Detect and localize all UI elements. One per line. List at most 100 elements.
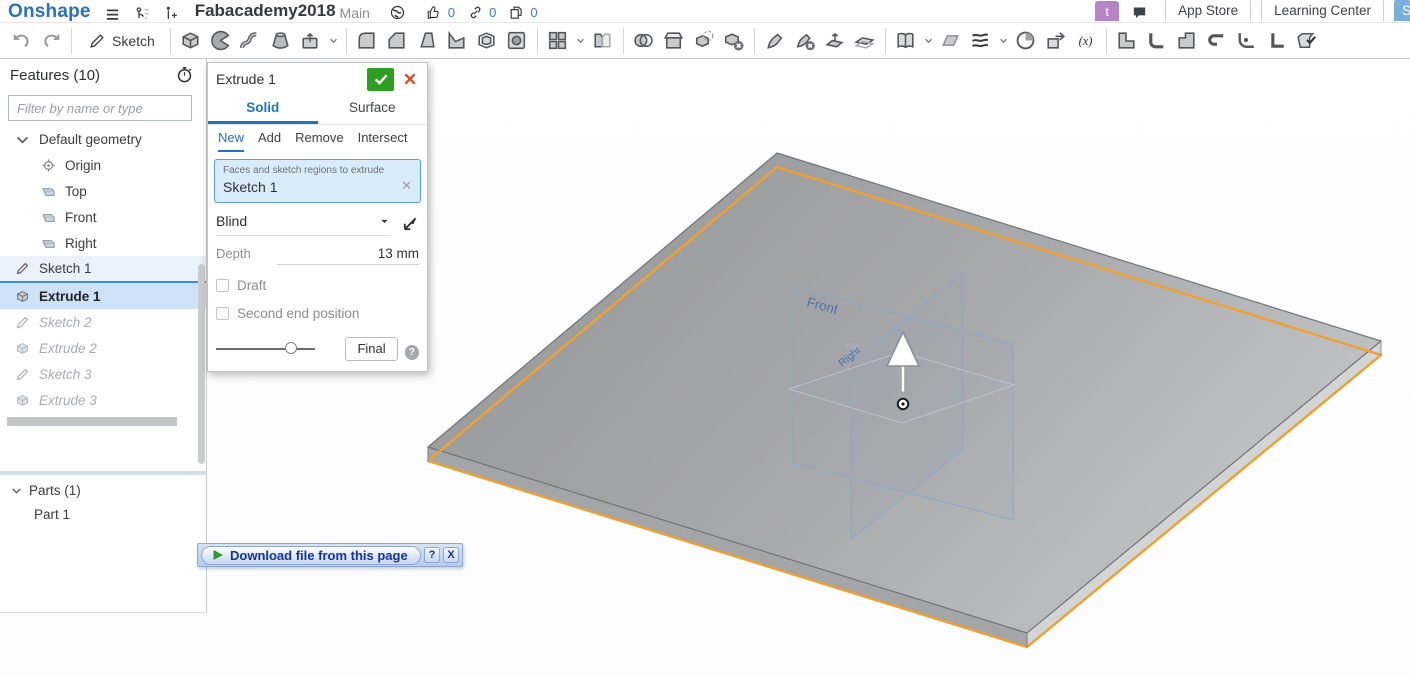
checkbox-row-second-end-position[interactable]: Second end position (216, 306, 419, 321)
checkbox-unchecked[interactable] (216, 279, 229, 292)
hole-icon[interactable] (502, 26, 532, 56)
linear-pattern-icon[interactable] (543, 26, 573, 56)
draft-icon[interactable] (412, 26, 442, 56)
dialog-tab-surface[interactable]: Surface (318, 95, 428, 124)
sketch-button[interactable]: Sketch (77, 26, 165, 56)
copies-icon[interactable] (506, 1, 526, 21)
plane-icon[interactable] (936, 26, 966, 56)
split-icon[interactable] (659, 26, 689, 56)
fillet-icon[interactable] (352, 26, 382, 56)
chamfer-icon[interactable] (382, 26, 412, 56)
depth-input[interactable]: 13 mm (276, 246, 419, 265)
end-type-select[interactable]: Blind (216, 213, 391, 236)
timeline-icon[interactable] (1011, 26, 1041, 56)
learning-center-button[interactable]: Learning Center (1261, 0, 1384, 21)
extrude-icon[interactable] (176, 26, 206, 56)
variable-icon[interactable]: (x) (1071, 26, 1101, 56)
selection-value[interactable]: Sketch 1 (223, 179, 412, 195)
share-button[interactable]: S (1394, 0, 1410, 21)
boolean-mode-remove[interactable]: Remove (295, 130, 343, 152)
caret-icon[interactable] (326, 26, 341, 56)
download-help-button[interactable]: ? (424, 547, 440, 563)
versions-tree-icon[interactable] (133, 1, 153, 21)
sweep-icon[interactable] (236, 26, 266, 56)
boolean-mode-intersect[interactable]: Intersect (358, 130, 408, 152)
sheet-metal-model-icon[interactable] (1112, 26, 1142, 56)
boolean-mode-new[interactable]: New (218, 130, 245, 152)
finish-sheet-metal-icon[interactable] (1292, 26, 1322, 56)
final-button[interactable]: Final (345, 337, 398, 361)
hem-icon[interactable] (1202, 26, 1232, 56)
loft-icon[interactable] (266, 26, 296, 56)
hamburger-menu-icon[interactable] (103, 1, 123, 21)
revolve-icon[interactable] (206, 26, 236, 56)
boolean-icon[interactable] (629, 26, 659, 56)
move-face-icon[interactable] (760, 26, 790, 56)
panel-divider[interactable] (0, 471, 207, 475)
link-icon[interactable] (465, 1, 485, 21)
undo-icon[interactable] (6, 26, 36, 56)
feature-row-sketch-2[interactable]: Sketch 2 (0, 309, 206, 335)
feature-row-sketch-1[interactable]: Sketch 1 (0, 256, 206, 283)
rollback-slider[interactable] (216, 342, 316, 354)
boolean-mode-add[interactable]: Add (258, 130, 281, 152)
extrude-arrow-stem[interactable] (900, 363, 906, 393)
helix-icon[interactable] (966, 26, 996, 56)
user-avatar[interactable]: t (1095, 1, 1120, 21)
rollback-bar[interactable] (7, 417, 177, 426)
caret-icon[interactable] (573, 26, 588, 56)
bend-icon[interactable] (1142, 26, 1172, 56)
document-title[interactable]: Fabacademy2018 (195, 1, 336, 21)
filter-input[interactable] (8, 95, 192, 121)
onshape-logo[interactable]: Onshape (8, 1, 91, 22)
globe-icon[interactable] (388, 1, 408, 21)
download-file-button[interactable]: Download file from this page (201, 545, 421, 565)
delete-face-icon[interactable] (790, 26, 820, 56)
clear-selection-icon[interactable]: ✕ (401, 178, 412, 194)
feature-row-extrude-1[interactable]: Extrude 1 (0, 283, 206, 309)
caret-icon[interactable] (921, 26, 936, 56)
selection-box[interactable]: Faces and sketch regions to extrude Sket… (214, 159, 421, 203)
feature-row-right[interactable]: Right (0, 230, 206, 256)
corner-icon[interactable] (1232, 26, 1262, 56)
surface-tools-icon[interactable] (891, 26, 921, 56)
follow-add-icon[interactable] (161, 1, 181, 21)
workspace-name[interactable]: Main (340, 5, 370, 21)
tab-icon[interactable] (1172, 26, 1202, 56)
extract-surface-icon[interactable] (850, 26, 880, 56)
flange-icon[interactable] (1262, 26, 1292, 56)
app-store-button[interactable]: App Store (1165, 0, 1252, 21)
flip-direction-icon[interactable] (399, 215, 419, 235)
help-icon[interactable]: ? (404, 344, 419, 360)
caret-icon[interactable] (996, 26, 1011, 56)
feature-row-default-geometry[interactable]: Default geometry (0, 126, 206, 152)
checkbox-unchecked[interactable] (216, 307, 229, 320)
chat-bubble-icon[interactable] (1129, 1, 1149, 21)
checkbox-row-draft[interactable]: Draft (216, 278, 419, 293)
rib-icon[interactable] (442, 26, 472, 56)
stopwatch-icon[interactable] (175, 65, 194, 84)
replace-face-icon[interactable] (820, 26, 850, 56)
sidebar-scrollbar[interactable] (198, 264, 205, 464)
shell-icon[interactable] (472, 26, 502, 56)
feature-row-origin[interactable]: Origin (0, 152, 206, 178)
accept-button[interactable] (367, 67, 394, 91)
feature-row-extrude-2[interactable]: Extrude 2 (0, 335, 206, 361)
feature-row-extrude-3[interactable]: Extrude 3 (0, 387, 206, 413)
delete-part-icon[interactable] (719, 26, 749, 56)
dialog-tab-solid[interactable]: Solid (208, 95, 318, 124)
transform-copy-icon[interactable] (689, 26, 719, 56)
slider-handle[interactable] (284, 342, 297, 354)
part-list-item[interactable]: Part 1 (34, 507, 70, 522)
feature-row-top[interactable]: Top (0, 178, 206, 204)
import-export-icon[interactable] (1041, 26, 1071, 56)
chevron-icon[interactable] (14, 131, 31, 148)
feature-row-front[interactable]: Front (0, 204, 206, 230)
mirror-icon[interactable] (588, 26, 618, 56)
parts-section-header[interactable]: Parts (1) (10, 483, 81, 498)
feature-row-sketch-3[interactable]: Sketch 3 (0, 361, 206, 387)
cancel-button[interactable] (401, 70, 419, 88)
like-icon[interactable] (424, 1, 444, 21)
download-close-button[interactable]: X (443, 547, 459, 563)
thicken-icon[interactable] (296, 26, 326, 56)
